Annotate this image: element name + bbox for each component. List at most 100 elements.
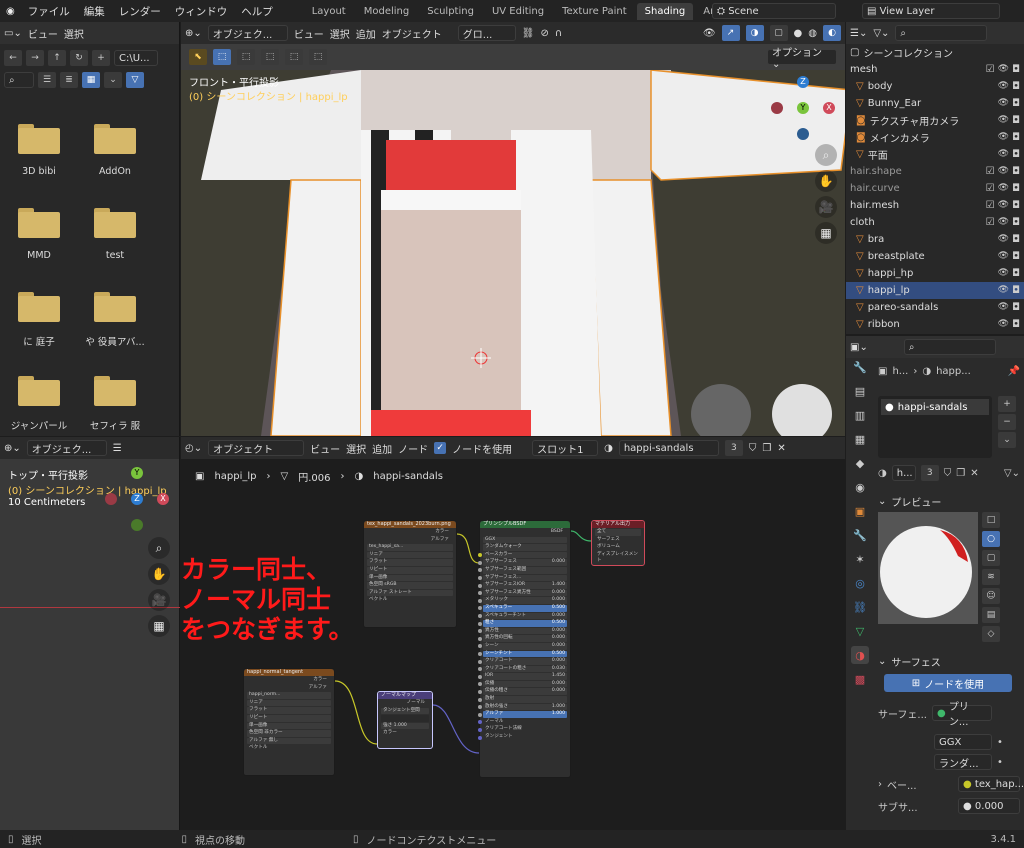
bsdf-input-row[interactable]: 伝播の粗さ 0.000 — [478, 688, 567, 696]
forward-icon[interactable]: → — [26, 50, 44, 66]
constraints-tab-icon[interactable]: ⛓ — [851, 598, 869, 616]
physics-tab-icon[interactable]: ◎ — [851, 574, 869, 592]
input-socket-icon[interactable] — [478, 576, 482, 581]
bsdf-input-row[interactable]: GGX — [483, 536, 567, 544]
tool-tab-icon[interactable]: 🔧 — [851, 358, 869, 376]
navigation-gizmo[interactable]: Y X Z — [103, 467, 169, 533]
render-camera-icon[interactable]: ◘ — [1012, 319, 1020, 330]
source[interactable]: 単一画像 — [247, 722, 331, 730]
render-camera-icon[interactable]: ◘ — [1012, 268, 1020, 279]
transform-orientation[interactable]: グロ... — [457, 25, 516, 41]
menu-select[interactable]: 選択 — [64, 26, 84, 41]
preview-monkey-icon[interactable]: ☺ — [982, 588, 1000, 604]
input-socket-icon[interactable] — [478, 598, 482, 603]
options-dropdown[interactable]: オプション ⌄ — [767, 48, 837, 70]
outliner-item[interactable]: hair.mesh ☑ 👁 ◘ — [846, 197, 1024, 214]
pin-icon[interactable]: 📌 — [1008, 366, 1020, 377]
material-sphere-icon[interactable]: ◑ — [878, 468, 887, 479]
snap-icon[interactable]: ⊘ — [540, 28, 548, 39]
visibility-eye-icon[interactable]: 👁 — [998, 302, 1009, 313]
outliner-item[interactable]: ◙ メインカメラ 👁 ◘ — [846, 129, 1024, 146]
preview-fluid-icon[interactable]: ◇ — [982, 626, 1000, 642]
chevron-down-icon[interactable]: ⌄ — [998, 432, 1016, 448]
bsdf-input-row[interactable]: サブサーフェス 0.000 — [478, 559, 567, 566]
bsdf-input-row[interactable]: IOR 1.450 — [478, 673, 567, 680]
particles-tab-icon[interactable]: ✶ — [851, 550, 869, 568]
viewport-top-ortho[interactable]: ⊕⌄ オブジェク... ☰ トップ・平行投影 (0) シーンコレクション | h… — [0, 437, 180, 830]
colorspace-row[interactable]: 色空間 非カラー — [247, 730, 331, 737]
bsdf-input-row[interactable]: シーンチント 0.500 — [478, 650, 567, 658]
visibility-eye-icon[interactable]: 👁 — [998, 132, 1009, 143]
visibility-eye-icon[interactable]: 👁 — [998, 268, 1009, 279]
input-socket-icon[interactable] — [478, 560, 482, 565]
input-socket-icon[interactable] — [478, 735, 482, 740]
folder-item[interactable]: や 役員アバ... — [80, 290, 150, 348]
mode-selector[interactable]: オブジェク... — [207, 25, 288, 41]
visibility-eye-icon[interactable]: 👁 — [998, 183, 1009, 194]
distribution-dropdown[interactable]: GGX — [934, 734, 992, 750]
data-tab-icon[interactable]: ▽ — [851, 622, 869, 640]
output-tab-icon[interactable]: ▥ — [851, 406, 869, 424]
path-field[interactable]: C:\U... — [114, 50, 158, 66]
shading-solid-icon[interactable]: ● — [794, 28, 803, 39]
world-tab-icon[interactable]: ◉ — [851, 478, 869, 496]
image-texture-node[interactable]: happi_normal_tangent カラー アルファ happi_norm… — [243, 668, 335, 776]
visibility-eye-icon[interactable]: 👁 — [998, 81, 1009, 92]
view-layer-tab-icon[interactable]: ▦ — [851, 430, 869, 448]
object-tab-icon[interactable]: ▣ — [851, 502, 869, 520]
input-socket-icon[interactable] — [478, 727, 482, 732]
input-socket-icon[interactable] — [478, 606, 482, 611]
gizmo-neg-x-icon[interactable] — [105, 493, 117, 505]
overlay-toggle-icon[interactable]: ◑ — [745, 25, 764, 41]
gizmo-neg-y-icon[interactable] — [131, 519, 143, 531]
input-socket-icon[interactable] — [478, 705, 482, 710]
bsdf-input-row[interactable]: クリアコートの粗さ 0.030 — [478, 665, 567, 673]
uv-map-field[interactable] — [381, 715, 429, 722]
render-camera-icon[interactable]: ◘ — [1012, 64, 1020, 75]
interpolation[interactable]: リニア — [247, 699, 331, 707]
surface-panel-header[interactable]: ⌄ サーフェス — [878, 652, 1020, 670]
render-camera-icon[interactable]: ◘ — [1012, 149, 1020, 160]
preview-hair-icon[interactable]: ≋ — [982, 569, 1000, 585]
select-extend-icon[interactable]: ⬚ — [237, 49, 255, 65]
input-socket-icon[interactable] — [478, 568, 482, 573]
filter-icon[interactable]: ▽⌄ — [873, 28, 889, 39]
input-socket-icon[interactable] — [478, 614, 482, 619]
bsdf-input-row[interactable]: 異方性の回転 0.000 — [478, 635, 567, 642]
exclude-checkbox[interactable]: ☑ — [986, 217, 995, 228]
bsdf-input-row[interactable]: 伝播 0.000 — [478, 680, 567, 688]
zoom-icon[interactable]: ⌕ — [148, 537, 170, 559]
back-icon[interactable]: ← — [4, 50, 22, 66]
bsdf-input-row[interactable]: クリアコート 0.000 — [478, 658, 567, 665]
input-socket-icon[interactable] — [478, 591, 482, 596]
gizmo-neg-z-icon[interactable] — [797, 128, 809, 140]
bsdf-input-row[interactable]: ベースカラー — [478, 551, 567, 559]
image-field[interactable]: tex_happi_sa... — [367, 544, 453, 551]
exclude-checkbox[interactable]: ☑ — [986, 183, 995, 194]
interpolation[interactable]: リニア — [367, 551, 453, 559]
input-socket-icon[interactable] — [478, 674, 482, 679]
outliner-item[interactable]: ▽ bra 👁 ◘ — [846, 231, 1024, 248]
render-camera-icon[interactable]: ◘ — [1012, 234, 1020, 245]
visibility-eye-icon[interactable]: 👁 — [998, 217, 1009, 228]
alpha-row[interactable]: アルファ 無し — [247, 737, 331, 745]
outliner-item[interactable]: cloth ☑ 👁 ◘ — [846, 214, 1024, 231]
render-camera-icon[interactable]: ◘ — [1012, 285, 1020, 296]
list-detail-icon[interactable]: ≣ — [60, 72, 78, 88]
visibility-eye-icon[interactable]: 👁 — [998, 166, 1009, 177]
menu-file[interactable]: ファイル — [21, 4, 77, 19]
gizmo-z-icon[interactable]: Z — [131, 493, 143, 505]
bsdf-input-row[interactable]: アルファ 1.000 — [478, 711, 567, 718]
input-socket-icon[interactable] — [478, 667, 482, 672]
image-texture-node[interactable]: tex_happi_sandals_2023burn.png カラー アルファ … — [363, 520, 457, 628]
space-dropdown[interactable]: タンジェント空間 — [381, 707, 429, 715]
material-tab-icon[interactable]: ◑ — [851, 646, 869, 664]
bsdf-input-row[interactable]: サブサーフェス異方性 0.000 — [478, 589, 567, 597]
outliner-item[interactable]: ▽ 平面 👁 ◘ — [846, 146, 1024, 163]
bsdf-input-row[interactable]: 異方性 0.000 — [478, 627, 567, 635]
extension[interactable]: リピート — [247, 714, 331, 722]
bsdf-input-row[interactable]: ランダムウォーク — [483, 544, 567, 551]
render-camera-icon[interactable]: ◘ — [1012, 81, 1020, 92]
editor-type-icon[interactable]: ☰⌄ — [850, 28, 867, 39]
bsdf-input-row[interactable]: シーン 0.000 — [478, 642, 567, 650]
